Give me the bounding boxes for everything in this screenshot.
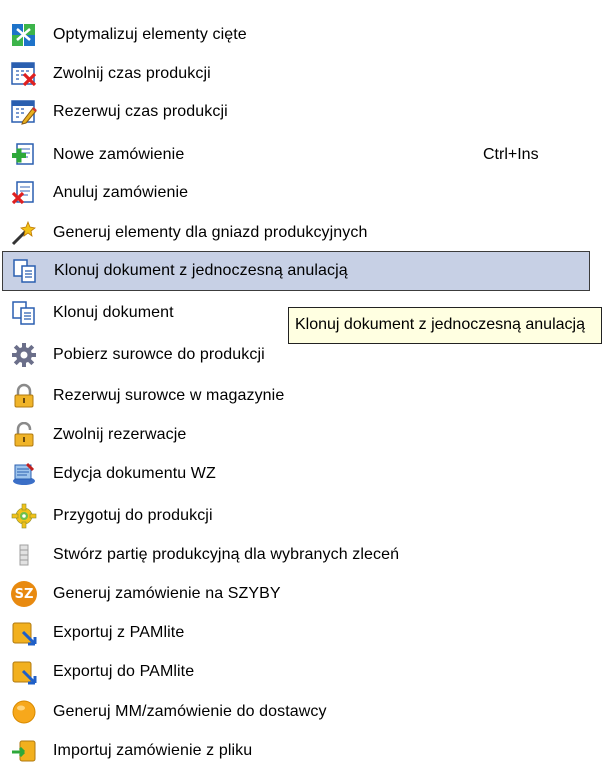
menu-item-label: Zwolnij czas produkcji [53, 65, 211, 82]
menu-item-export-from-pamlite[interactable]: Exportuj z PAMlite [0, 614, 590, 652]
optimize-icon [11, 22, 37, 48]
menu-item-clone-with-cancel[interactable]: Klonuj dokument z jednoczesną anulacją [2, 251, 590, 291]
menu-item-generate-glass-order[interactable]: SZ Generuj zamówienie na SZYBY [0, 575, 590, 613]
menu-item-label: Przygotuj do produkcji [53, 507, 213, 524]
menu-item-release-reservations[interactable]: Zwolnij rezerwacje [0, 416, 590, 454]
menu-item-label: Stwórz partię produkcyjną dla wybranych … [53, 546, 400, 563]
lock-icon [11, 383, 37, 409]
menu-item-label: Pobierz surowce do produkcji [53, 346, 265, 363]
gear-icon [11, 342, 37, 368]
sz-badge-icon: SZ [11, 581, 37, 607]
tooltip: Klonuj dokument z jednoczesną anulacją [288, 307, 602, 344]
menu-item-label: Anuluj zamówienie [53, 184, 189, 201]
reserve-time-icon [11, 99, 37, 125]
edit-document-icon [11, 461, 37, 487]
menu-item-reserve-materials[interactable]: Rezerwuj surowce w magazynie [0, 377, 590, 415]
import-icon [11, 738, 37, 764]
menu-item-release-production-time[interactable]: Zwolnij czas produkcji [0, 55, 590, 93]
menu-item-label: Optymalizuj elementy cięte [53, 26, 247, 43]
menu-item-label: Edycja dokumentu WZ [53, 465, 216, 482]
magic-wand-icon [11, 220, 37, 246]
menu-item-import-order[interactable]: Importuj zamówienie z pliku [0, 732, 590, 770]
menu-item-create-batch[interactable]: Stwórz partię produkcyjną dla wybranych … [0, 536, 590, 574]
menu-item-label: Exportuj do PAMlite [53, 663, 195, 680]
clone-document-icon [12, 258, 38, 284]
menu-item-reserve-production-time[interactable]: Rezerwuj czas produkcji [0, 93, 590, 131]
menu-item-export-to-pamlite[interactable]: Exportuj do PAMlite [0, 653, 590, 691]
menu-item-label: Rezerwuj surowce w magazynie [53, 387, 285, 404]
menu-item-generate-mm-order[interactable]: Generuj MM/zamówienie do dostawcy [0, 693, 590, 731]
batch-icon [11, 542, 37, 568]
menu-item-prepare-production[interactable]: Przygotuj do produkcji [0, 497, 590, 535]
unlock-icon [11, 422, 37, 448]
menu-item-edit-wz-document[interactable]: Edycja dokumentu WZ [0, 455, 590, 493]
export-icon [11, 659, 37, 685]
menu-item-label: Generuj zamówienie na SZYBY [53, 585, 281, 602]
menu-item-label: Generuj MM/zamówienie do dostawcy [53, 703, 327, 720]
release-time-icon [11, 61, 37, 87]
export-icon [11, 620, 37, 646]
menu-item-label: Klonuj dokument z jednoczesną anulacją [54, 262, 348, 279]
clone-document-icon [11, 300, 37, 326]
sz-badge-text: SZ [11, 581, 37, 607]
new-order-icon [11, 142, 37, 168]
menu-item-label: Nowe zamówienie [53, 146, 185, 163]
menu-item-label: Importuj zamówienie z pliku [53, 742, 253, 759]
menu-item-cancel-order[interactable]: Anuluj zamówienie [0, 174, 590, 212]
prepare-gear-icon [11, 503, 37, 529]
cancel-order-icon [11, 180, 37, 206]
menu-item-optimize-cut-elements[interactable]: Optymalizuj elementy cięte [0, 16, 590, 54]
menu-item-label: Exportuj z PAMlite [53, 624, 185, 641]
menu-item-label: Klonuj dokument [53, 304, 174, 321]
menu-item-shortcut: Ctrl+Ins [483, 146, 539, 163]
menu-item-label: Rezerwuj czas produkcji [53, 103, 228, 120]
orange-circle-icon [11, 699, 37, 725]
menu-item-label: Generuj elementy dla gniazd produkcyjnyc… [53, 224, 368, 241]
menu-item-new-order[interactable]: Nowe zamówienie Ctrl+Ins [0, 136, 590, 174]
context-menu: Optymalizuj elementy cięte Zwolnij czas … [0, 0, 602, 765]
menu-item-label: Zwolnij rezerwacje [53, 426, 187, 443]
menu-item-generate-elements[interactable]: Generuj elementy dla gniazd produkcyjnyc… [0, 214, 590, 252]
